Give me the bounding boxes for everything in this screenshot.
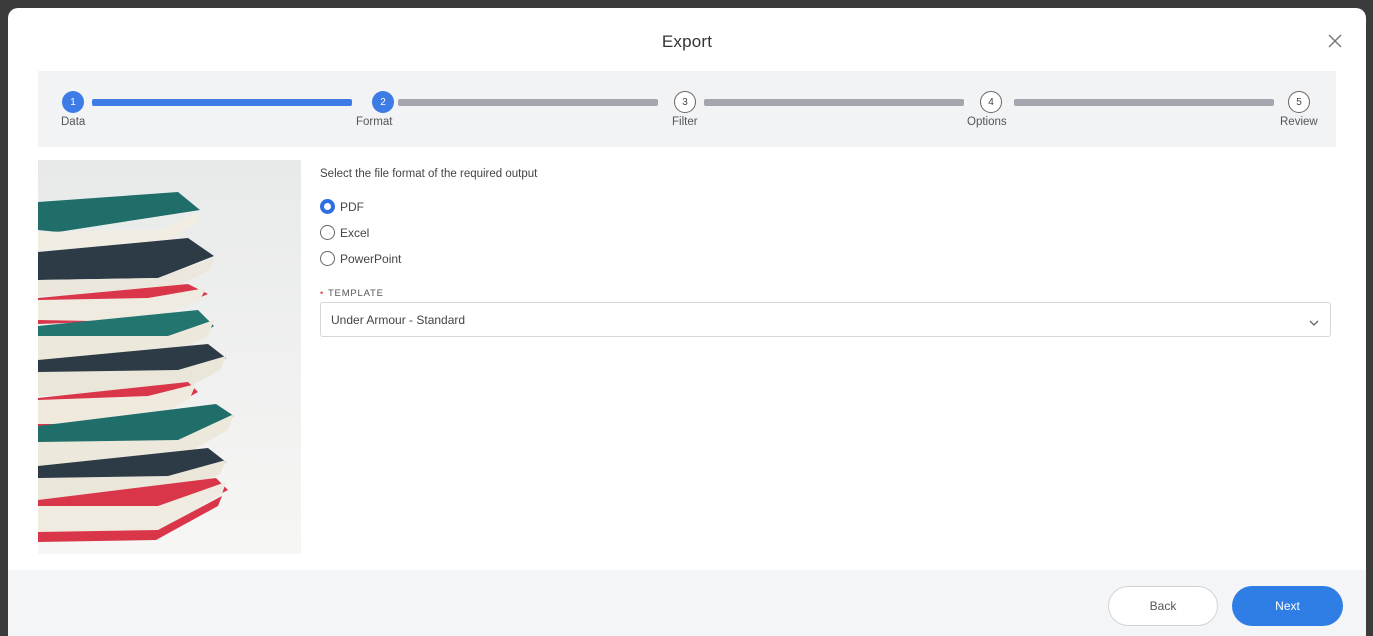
export-dialog: Export 1 Data 2 Format 3 Filter 4 Option… (8, 8, 1366, 636)
step-5-label: Review (1280, 116, 1318, 128)
format-option-powerpoint[interactable]: PowerPoint (320, 251, 401, 266)
format-option-label: PowerPoint (340, 251, 402, 266)
required-marker: • (320, 288, 324, 298)
radio-button[interactable] (320, 225, 335, 240)
radio-button-checked[interactable] (320, 199, 335, 214)
step-2-label: Format (356, 116, 393, 128)
step-4-indicator[interactable]: 4 (980, 91, 1002, 113)
step-connector-2 (398, 99, 658, 106)
instruction-text: Select the file format of the required o… (320, 168, 538, 180)
format-form: Select the file format of the required o… (320, 168, 1332, 337)
step-3-indicator[interactable]: 3 (674, 91, 696, 113)
next-button[interactable]: Next (1232, 586, 1343, 626)
format-option-label: Excel (340, 225, 370, 240)
step-4-label: Options (967, 116, 1007, 128)
back-button[interactable]: Back (1108, 586, 1218, 626)
format-option-excel[interactable]: Excel (320, 225, 369, 240)
radio-button[interactable] (320, 251, 335, 266)
step-connector-3 (704, 99, 964, 106)
progress-stepper: 1 Data 2 Format 3 Filter 4 Options 5 Rev… (38, 71, 1336, 147)
template-label-text: TEMPLATE (327, 288, 384, 299)
template-field-label: • TEMPLATE (320, 288, 384, 299)
step-connector-4 (1014, 99, 1274, 106)
chevron-down-icon (1308, 315, 1320, 326)
format-option-label: PDF (340, 199, 364, 214)
dialog-title: Export (661, 32, 713, 51)
step-connector-1 (92, 99, 352, 106)
template-select-value: Under Armour - Standard (331, 312, 466, 327)
format-option-pdf[interactable]: PDF (320, 199, 364, 214)
step-5-indicator[interactable]: 5 (1288, 91, 1310, 113)
dialog-footer: Back Next (8, 570, 1366, 636)
step-3-label: Filter (672, 116, 698, 128)
close-icon[interactable] (1324, 30, 1346, 52)
template-select[interactable]: Under Armour - Standard (320, 302, 1331, 337)
step-1-indicator[interactable]: 1 (62, 91, 84, 113)
step-1-label: Data (61, 116, 86, 128)
books-illustration (38, 160, 301, 554)
step-2-indicator[interactable]: 2 (372, 91, 394, 113)
